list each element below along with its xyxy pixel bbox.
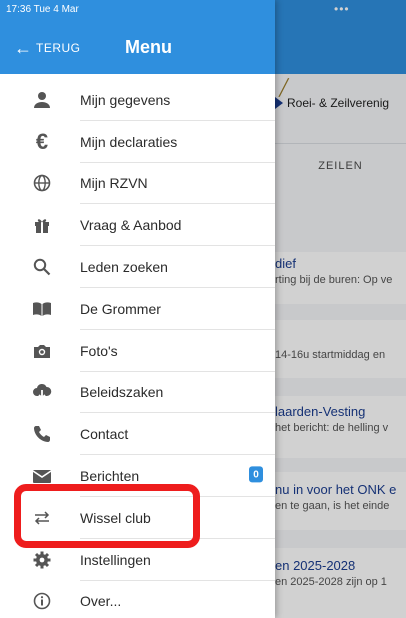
mail-icon (28, 462, 56, 490)
menu-label: Over... (80, 593, 122, 610)
gear-icon (28, 546, 56, 574)
menu-item-vraag-aanbod[interactable]: Vraag & Aanbod (0, 204, 275, 247)
menu-item-instellingen[interactable]: Instellingen (0, 539, 275, 581)
menu-item-fotos[interactable]: Foto's (0, 330, 275, 372)
menu-label: Beleidszaken (80, 384, 164, 401)
menu-label: De Grommer (80, 300, 161, 317)
info-icon (28, 587, 56, 615)
book-icon (28, 295, 56, 323)
menu-label: Berichten (80, 468, 140, 485)
menu-label: Vraag & Aanbod (80, 217, 182, 234)
menu-item-leden-zoeken[interactable]: Leden zoeken (0, 246, 275, 288)
menu-item-over[interactable]: Over... (0, 581, 275, 618)
menu-item-mijn-declaraties[interactable]: € Mijn declaraties (0, 121, 275, 163)
menu-label: Leden zoeken (80, 259, 168, 276)
menu-item-mijn-gegevens[interactable]: Mijn gegevens (0, 79, 275, 121)
status-time: 17:36 Tue 4 Mar (6, 4, 79, 15)
menu-item-berichten[interactable]: Berichten 0 (0, 455, 275, 497)
menu-item-de-grommer[interactable]: De Grommer (0, 288, 275, 330)
drawer-scrim[interactable] (275, 0, 406, 618)
drawer-title: Menu (125, 37, 172, 57)
back-label: TERUG (36, 41, 81, 55)
menu-label: Contact (80, 426, 129, 443)
menu-list: Mijn gegevens € Mijn declaraties Mijn RZ… (0, 79, 275, 618)
euro-icon: € (35, 128, 49, 154)
menu-item-contact[interactable]: Contact (0, 413, 275, 456)
menu-label: Instellingen (80, 551, 151, 568)
person-icon (28, 86, 56, 114)
menu-label: Mijn gegevens (80, 91, 171, 108)
cloud-download-icon (28, 378, 56, 406)
search-icon (28, 253, 56, 281)
menu-item-mijn-rzvn[interactable]: Mijn RZVN (0, 163, 275, 205)
unread-badge: 0 (249, 466, 263, 483)
back-button[interactable]: ← TERUG (14, 38, 81, 58)
navigation-drawer: 17:36 Tue 4 Mar ← TERUG Menu Mijn gegeve… (0, 0, 275, 618)
menu-label: Mijn declaraties (80, 133, 178, 150)
menu-item-beleidszaken[interactable]: Beleidszaken (0, 372, 275, 414)
swap-icon (28, 504, 56, 532)
menu-label: Mijn RZVN (80, 175, 148, 192)
menu-label: Wissel club (80, 509, 151, 526)
phone-icon (28, 420, 56, 448)
camera-icon (28, 337, 56, 365)
menu-item-wissel-club[interactable]: Wissel club (0, 497, 275, 539)
gift-icon (28, 211, 56, 239)
drawer-header: 17:36 Tue 4 Mar ← TERUG Menu (0, 0, 275, 74)
menu-label: Foto's (80, 342, 118, 359)
arrow-left-icon: ← (14, 38, 32, 58)
globe-icon (28, 169, 56, 197)
